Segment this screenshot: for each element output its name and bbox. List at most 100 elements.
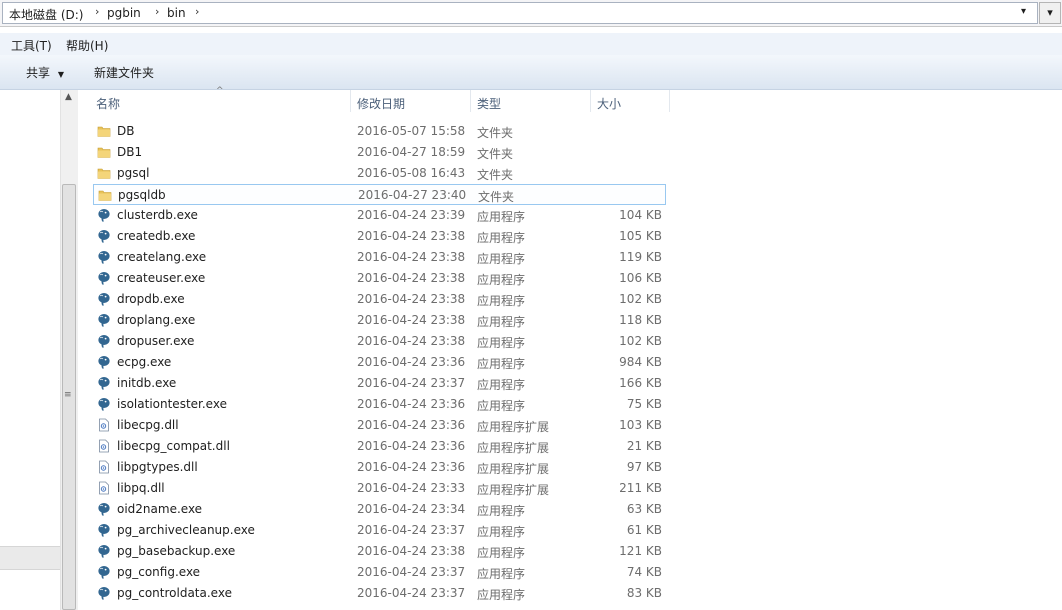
file-row[interactable]: oid2name.exe 2016-04-24 23:34 应用程序 63 KB [93,499,666,520]
file-row[interactable]: libpq.dll 2016-04-24 23:33 应用程序扩展 211 KB [93,478,666,499]
file-date: 2016-04-24 23:37 [357,565,466,579]
new-folder-button[interactable]: 新建文件夹 [94,64,154,81]
file-row[interactable]: createdb.exe 2016-04-24 23:38 应用程序 105 KB [93,226,666,247]
file-size: 103 KB [619,418,662,432]
file-date: 2016-04-24 23:38 [357,313,466,327]
navigation-selected-item[interactable] [0,546,60,570]
file-size: 102 KB [619,334,662,348]
file-row[interactable]: pg_basebackup.exe 2016-04-24 23:38 应用程序 121… [93,541,666,562]
file-row[interactable]: DB 2016-05-07 15:58 文件夹 [93,121,666,142]
file-name: isolationtester.exe [117,397,227,411]
postgresql-elephant-icon [97,271,111,285]
file-type: 应用程序扩展 [477,483,550,497]
folder-icon [97,166,111,180]
file-name: initdb.exe [117,376,177,390]
file-row[interactable]: initdb.exe 2016-04-24 23:37 应用程序 166 KB [93,373,666,394]
file-date: 2016-04-24 23:36 [357,418,466,432]
file-date: 2016-04-24 23:38 [357,229,466,243]
scroll-up-arrow-icon[interactable]: ▲ [65,92,72,102]
file-date: 2016-04-24 23:36 [357,397,466,411]
file-name: createdb.exe [117,229,196,243]
file-name: ecpg.exe [117,355,172,369]
file-name: clusterdb.exe [117,208,198,222]
file-size: 106 KB [619,271,662,285]
file-row[interactable]: ecpg.exe 2016-04-24 23:36 应用程序 984 KB [93,352,666,373]
crumb-drive[interactable]: 本地磁盘 (D:) [9,6,83,23]
file-row[interactable]: isolationtester.exe 2016-04-24 23:36 应用程序 7… [93,394,666,415]
postgresql-elephant-icon [97,565,111,579]
crumb-separator[interactable]: › [155,5,159,18]
folder-icon [98,188,112,202]
file-size: 102 KB [619,292,662,306]
postgresql-elephant-icon [97,250,111,264]
file-type: 应用程序 [477,378,526,392]
navigation-scrollbar[interactable]: ▲ ≡ [60,90,78,610]
file-row[interactable]: createuser.exe 2016-04-24 23:38 应用程序 106 KB [93,268,666,289]
share-button[interactable]: 共享 ▼ [26,64,64,81]
crumb-bin[interactable]: bin [167,6,186,20]
file-date: 2016-04-24 23:39 [357,208,466,222]
file-row[interactable]: createlang.exe 2016-04-24 23:38 应用程序 119 KB [93,247,666,268]
column-header-name[interactable]: 名称 [96,95,120,112]
postgresql-elephant-icon [97,397,111,411]
file-row[interactable]: pg_controldata.exe 2016-04-24 23:37 应用程序 83… [93,583,666,604]
file-row[interactable]: dropuser.exe 2016-04-24 23:38 应用程序 102 KB [93,331,666,352]
file-type: 文件夹 [477,147,514,161]
menu-tools[interactable]: 工具(T) [11,37,52,54]
navigation-pane[interactable] [0,90,60,610]
file-row[interactable]: clusterdb.exe 2016-04-24 23:39 应用程序 104 KB [93,205,666,226]
postgresql-elephant-icon [97,502,111,516]
address-dropdown-icon[interactable]: ▾ [1021,6,1026,17]
file-name: pg_config.exe [117,565,201,579]
file-name: libecpg_compat.dll [117,439,230,453]
file-date: 2016-04-24 23:36 [357,460,466,474]
column-header-type[interactable]: 类型 [477,95,501,112]
file-row[interactable]: dropdb.exe 2016-04-24 23:38 应用程序 102 KB [93,289,666,310]
file-type: 应用程序 [477,588,526,602]
file-size: 74 KB [626,565,662,579]
column-header-date[interactable]: 修改日期 [357,95,405,112]
column-header-size[interactable]: 大小 [597,95,621,112]
file-row[interactable]: droplang.exe 2016-04-24 23:38 应用程序 118 KB [93,310,666,331]
file-type: 应用程序 [477,567,526,581]
file-row[interactable]: DB1 2016-04-27 18:59 文件夹 [93,142,666,163]
crumb-separator[interactable]: › [95,5,99,18]
share-arrow-icon: ▼ [57,70,64,79]
crumb-pgbin[interactable]: pgbin [107,6,141,20]
column-divider[interactable] [470,90,471,112]
folder-icon [97,145,111,159]
address-bar: 本地磁盘 (D:) › pgbin › bin › ▾ ▾ [0,0,1062,27]
column-divider[interactable] [590,90,591,112]
file-date: 2016-04-27 23:40 [358,188,467,202]
history-dropdown-button[interactable]: ▾ [1039,2,1061,24]
file-name: dropuser.exe [117,334,195,348]
file-type: 应用程序 [477,525,526,539]
file-row[interactable]: pg_archivecleanup.exe 2016-04-24 23:37 应用程… [93,520,666,541]
file-date: 2016-04-27 18:59 [357,145,466,159]
file-type: 应用程序 [477,231,526,245]
crumb-separator[interactable]: › [195,5,199,18]
file-row[interactable]: libpgtypes.dll 2016-04-24 23:36 应用程序扩展 97 K… [93,457,666,478]
file-row[interactable]: libecpg_compat.dll 2016-04-24 23:36 应用程序扩展… [93,436,666,457]
file-size: 121 KB [619,544,662,558]
dll-file-icon [97,439,111,453]
file-size: 21 KB [626,439,662,453]
file-row[interactable]: pgsqldb 2016-04-27 23:40 文件夹 [93,184,666,205]
file-size: 63 KB [626,502,662,516]
menu-help[interactable]: 帮助(H) [66,37,108,54]
file-type: 应用程序 [477,336,526,350]
file-row[interactable]: pg_config.exe 2016-04-24 23:37 应用程序 74 KB [93,562,666,583]
file-row[interactable]: libecpg.dll 2016-04-24 23:36 应用程序扩展 103 KB [93,415,666,436]
file-row[interactable]: pgsql 2016-05-08 16:43 文件夹 [93,163,666,184]
file-name: pg_basebackup.exe [117,544,236,558]
file-date: 2016-04-24 23:38 [357,250,466,264]
postgresql-elephant-icon [97,313,111,327]
file-name: libpgtypes.dll [117,460,198,474]
column-divider[interactable] [350,90,351,112]
file-type: 应用程序 [477,504,526,518]
address-box[interactable]: 本地磁盘 (D:) › pgbin › bin › ▾ [2,2,1038,24]
sort-ascending-icon: ^ [216,86,224,96]
command-bar: 共享 ▼ 新建文件夹 [0,55,1062,90]
file-date: 2016-04-24 23:38 [357,334,466,348]
column-divider[interactable] [669,90,670,112]
